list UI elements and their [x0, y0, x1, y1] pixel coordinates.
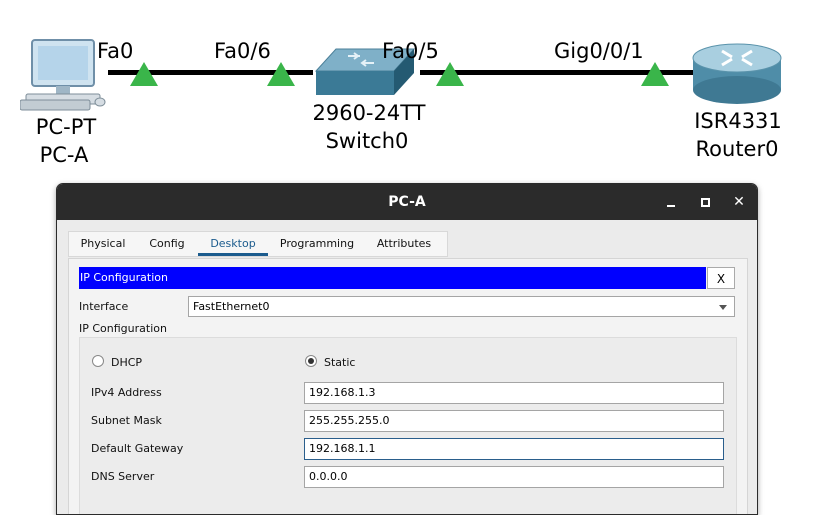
ip-config-header-title: IP Configuration [80, 271, 168, 284]
switch-name-label: Switch0 [325, 129, 409, 153]
subnet-mask-input[interactable]: 255.255.255.0 [304, 410, 724, 432]
switch-type-label: 2960-24TT [312, 101, 426, 125]
default-gateway-input[interactable]: 192.168.1.1 [304, 438, 724, 460]
window-titlebar[interactable]: PC-A ✕ [57, 184, 757, 220]
minimize-icon[interactable] [661, 192, 681, 212]
tab-bar: Physical Config Desktop Programming Attr… [68, 231, 448, 257]
switch-port-left-label: Fa0/6 [214, 39, 271, 63]
pc-type-label: PC-PT [35, 115, 97, 139]
interface-select-value: FastEthernet0 [193, 300, 270, 313]
tab-attributes[interactable]: Attributes [367, 232, 441, 256]
window-title: PC-A [388, 194, 426, 210]
ip-config-close-button[interactable]: X [707, 267, 735, 289]
dns-server-input[interactable]: 0.0.0.0 [304, 466, 724, 488]
router-icon[interactable] [692, 42, 782, 106]
close-icon[interactable]: ✕ [729, 192, 749, 212]
switch-port-right-label: Fa0/5 [382, 39, 439, 63]
subnet-mask-label: Subnet Mask [91, 414, 162, 427]
tab-physical[interactable]: Physical [69, 232, 137, 256]
topology-canvas: Fa0 Fa0/6 Fa0/5 Gig0/0/1 PC-PT PC-A 2960… [0, 0, 818, 180]
ipv4-address-label: IPv4 Address [91, 386, 162, 399]
pc-name-label: PC-A [39, 143, 89, 167]
interface-select[interactable]: FastEthernet0 [188, 296, 735, 317]
default-gateway-label: Default Gateway [91, 442, 184, 455]
router-port-label: Gig0/0/1 [554, 39, 644, 63]
pc-a-window: PC-A ✕ Physical Config Desktop Programmi… [56, 183, 758, 515]
ip-configuration-panel: IP Configuration X Interface FastEtherne… [68, 258, 748, 514]
dns-server-label: DNS Server [91, 470, 155, 483]
maximize-icon[interactable] [695, 192, 715, 212]
link-status-indicator [130, 62, 158, 86]
link-status-indicator [641, 62, 669, 86]
pc-port-label: Fa0 [97, 39, 134, 63]
link-status-indicator [436, 62, 464, 86]
static-radio[interactable] [305, 355, 317, 367]
router-type-label: ISR4331 [694, 109, 782, 133]
tab-programming[interactable]: Programming [274, 232, 360, 256]
tab-desktop[interactable]: Desktop [198, 232, 268, 256]
chevron-down-icon [719, 305, 727, 310]
ipv4-address-input[interactable]: 192.168.1.3 [304, 382, 724, 404]
router-name-label: Router0 [695, 137, 779, 161]
ip-config-section-label: IP Configuration [79, 322, 167, 335]
interface-label: Interface [79, 300, 129, 313]
ip-config-header: IP Configuration [79, 267, 706, 289]
ip-config-group: DHCP Static IPv4 Address 192.168.1.3 Sub… [79, 337, 737, 514]
link-status-indicator [267, 62, 295, 86]
dhcp-label: DHCP [111, 356, 143, 369]
static-label: Static [324, 356, 356, 369]
dhcp-radio[interactable] [92, 355, 104, 367]
tab-config[interactable]: Config [141, 232, 193, 256]
